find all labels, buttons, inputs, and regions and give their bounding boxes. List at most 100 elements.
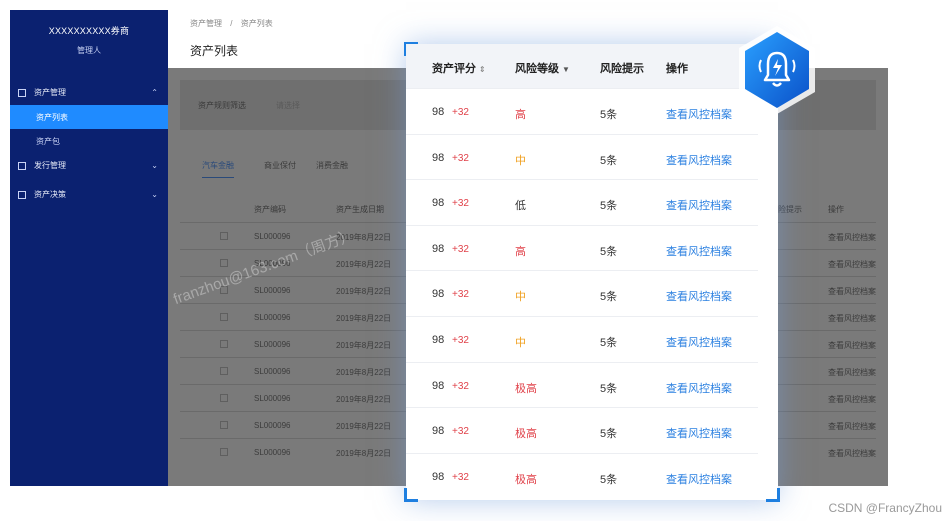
asset-date: 2019年8月22日	[336, 395, 392, 404]
tab-auto-finance[interactable]: 汽车金融	[202, 160, 234, 178]
view-risk-link[interactable]: 查看风控档案	[828, 448, 876, 459]
sidebar: XXXXXXXXXX券商 管理人 资产管理 ⌃ 资产列表 资产包 发行管理 ⌄ …	[10, 10, 168, 486]
asset-code: SL000096	[254, 340, 291, 349]
breadcrumb-item: 资产列表	[240, 19, 273, 28]
breadcrumb: 资产管理 / 资产列表	[190, 18, 279, 29]
chevron-down-icon: ⌄	[151, 190, 158, 199]
sidebar-brand: XXXXXXXXXX券商 管理人	[10, 10, 168, 74]
risk-hint-count: 5条	[600, 291, 618, 304]
asset-date: 2019年8月22日	[336, 449, 392, 458]
sidebar-item-asset-package[interactable]: 资产包	[10, 129, 168, 153]
row-checkbox[interactable]	[220, 340, 228, 348]
risk-level: 低	[515, 200, 526, 213]
asset-code: SL000096	[254, 448, 291, 457]
view-risk-profile-link[interactable]: 查看风控档案	[666, 380, 732, 396]
chevron-down-icon: ⌄	[151, 161, 158, 170]
view-risk-link[interactable]: 查看风控档案	[828, 394, 876, 405]
corner-bracket	[766, 488, 780, 502]
risk-hint-header: 风险提示	[600, 63, 644, 75]
view-risk-link[interactable]: 查看风控档案	[828, 313, 876, 324]
score-change: +32	[452, 380, 469, 392]
asset-code: SL000096	[254, 259, 291, 268]
asset-code: SL000096	[254, 313, 291, 322]
view-risk-profile-link[interactable]: 查看风控档案	[666, 425, 732, 441]
csdn-credit: CSDN @FrancyZhou	[828, 501, 942, 515]
risk-level: 极高	[515, 382, 537, 395]
view-risk-profile-link[interactable]: 查看风控档案	[666, 243, 732, 259]
asset-score: 98	[432, 106, 445, 118]
table-row: 98 +32 中 5条 查看风控档案	[406, 315, 758, 362]
filter-select[interactable]: 请选择	[276, 100, 300, 111]
view-risk-link[interactable]: 查看风控档案	[828, 421, 876, 432]
row-checkbox[interactable]	[220, 232, 228, 240]
score-change: +32	[452, 243, 469, 255]
score-change: +32	[452, 152, 469, 164]
view-risk-link[interactable]: 查看风控档案	[828, 367, 876, 378]
score-change: +32	[452, 289, 469, 301]
view-risk-link[interactable]: 查看风控档案	[828, 259, 876, 270]
table-row: 98 +32 极高 5条 查看风控档案	[406, 452, 758, 499]
sort-icon[interactable]: ⇕	[479, 65, 486, 74]
risk-level: 中	[515, 291, 526, 304]
sidebar-item-issuance[interactable]: 发行管理 ⌄	[10, 153, 168, 178]
row-checkbox[interactable]	[220, 394, 228, 402]
risk-hint-count: 5条	[600, 473, 618, 486]
sidebar-menu: 资产管理 ⌃ 资产列表 资产包 发行管理 ⌄ 资产决策 ⌄	[10, 80, 168, 207]
view-risk-profile-link[interactable]: 查看风控档案	[666, 106, 732, 122]
asset-date: 2019年8月22日	[336, 341, 392, 350]
view-risk-profile-link[interactable]: 查看风控档案	[666, 334, 732, 350]
asset-date: 2019年8月22日	[336, 422, 392, 431]
column-header: 资产编码	[254, 205, 286, 214]
row-checkbox[interactable]	[220, 313, 228, 321]
bell-alert-icon	[739, 26, 815, 114]
row-checkbox[interactable]	[220, 448, 228, 456]
row-checkbox[interactable]	[220, 421, 228, 429]
view-risk-profile-link[interactable]: 查看风控档案	[666, 471, 732, 487]
page-title: 资产列表	[190, 44, 239, 58]
decision-icon	[18, 190, 26, 199]
risk-hint-count: 5条	[600, 200, 618, 213]
view-risk-link[interactable]: 查看风控档案	[828, 286, 876, 297]
view-risk-profile-link[interactable]: 查看风控档案	[666, 288, 732, 304]
tab-commercial[interactable]: 商业保付	[264, 160, 296, 171]
score-change: +32	[452, 198, 469, 210]
view-risk-link[interactable]: 查看风控档案	[828, 340, 876, 351]
asset-score: 98	[432, 242, 445, 255]
filter-label: 资产规则筛选	[198, 101, 246, 110]
asset-date: 2019年8月22日	[336, 233, 392, 242]
breadcrumb-item[interactable]: 资产管理	[190, 19, 222, 28]
sidebar-item-asset-list[interactable]: 资产列表	[10, 105, 168, 129]
table-row: 98 +32 极高 5条 查看风控档案	[406, 361, 758, 408]
sidebar-item-decision[interactable]: 资产决策 ⌄	[10, 182, 168, 207]
asset-code: SL000096	[254, 232, 291, 241]
asset-score: 98	[432, 425, 445, 438]
action-header: 操作	[666, 63, 688, 75]
table-row: 98 +32 低 5条 查看风控档案	[406, 179, 758, 225]
risk-hint-count: 5条	[600, 428, 618, 441]
view-risk-profile-link[interactable]: 查看风控档案	[666, 152, 732, 168]
row-checkbox[interactable]	[220, 286, 228, 294]
sidebar-item-label: 发行管理	[34, 161, 66, 170]
score-header[interactable]: 资产评分 ⇕	[432, 60, 486, 76]
score-change: +32	[452, 107, 469, 118]
asset-score: 98	[432, 379, 445, 392]
filter-icon[interactable]: ▼	[562, 65, 570, 74]
row-checkbox[interactable]	[220, 367, 228, 375]
view-risk-profile-link[interactable]: 查看风控档案	[666, 197, 732, 213]
breadcrumb-separator: /	[230, 19, 233, 28]
sidebar-item-asset-management[interactable]: 资产管理 ⌃	[10, 80, 168, 105]
brand-name: XXXXXXXXXX券商	[48, 26, 130, 36]
tab-consumer-finance[interactable]: 消费金融	[316, 160, 348, 171]
asset-code: SL000096	[254, 367, 291, 376]
row-checkbox[interactable]	[220, 259, 228, 267]
table-row: 98 +32 高 5条 查看风控档案	[406, 224, 758, 271]
asset-score: 98	[432, 197, 445, 210]
chevron-up-icon: ⌃	[151, 88, 158, 97]
view-risk-link[interactable]: 查看风控档案	[828, 232, 876, 243]
score-change: +32	[452, 426, 469, 438]
asset-management-icon	[18, 88, 26, 97]
risk-level: 极高	[515, 428, 537, 441]
asset-date: 2019年8月22日	[336, 260, 392, 269]
score-change: +32	[452, 334, 469, 346]
risk-level-header[interactable]: 风险等级 ▼	[515, 60, 570, 76]
